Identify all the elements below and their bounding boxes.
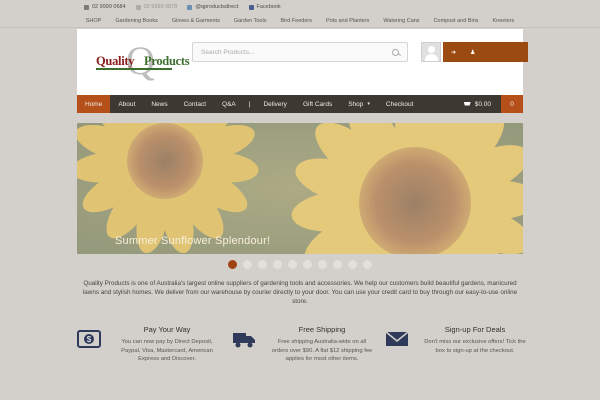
intro-text: Quality Products is one of Australia's l…: [82, 280, 518, 305]
chevron-down-icon: ▾: [367, 101, 370, 107]
feature-deals-title: Sign-up For Deals: [444, 325, 506, 334]
phone-2-text: 02 9999 0878: [143, 4, 178, 10]
category-nav: SHOP Gardening Books Gloves & Garments G…: [0, 14, 600, 28]
avatar[interactable]: [421, 42, 441, 62]
catnav-bird-feeders[interactable]: Bird Feeders: [280, 18, 312, 24]
slider-dot[interactable]: [363, 260, 372, 269]
site-header: Q Quality Products ➜ ♟: [77, 29, 528, 95]
nav-about-label: About: [118, 100, 136, 108]
truck-icon: [233, 333, 255, 348]
slider-dot[interactable]: [243, 260, 252, 269]
cart-button[interactable]: $0.00: [454, 95, 501, 113]
nav-qa[interactable]: Q&A: [214, 95, 244, 113]
feature-pay: $ Pay Your Way You can now pay by Direct…: [77, 324, 217, 384]
site-logo[interactable]: Q Quality Products: [96, 41, 190, 81]
catnav-garden-tools[interactable]: Garden Tools: [234, 18, 267, 24]
cart-count-label: 0: [510, 100, 514, 108]
nav-home-label: Home: [85, 100, 103, 108]
feature-shipping-title: Free Shipping: [298, 325, 346, 334]
twitter-icon: [187, 4, 193, 10]
nav-shop[interactable]: Shop ▾: [340, 95, 378, 113]
nav-about[interactable]: About: [110, 95, 143, 113]
nav-news[interactable]: News: [143, 95, 175, 113]
catnav-gloves-garments[interactable]: Gloves & Garments: [172, 18, 220, 24]
catnav-shop[interactable]: SHOP: [86, 18, 102, 24]
facebook-link[interactable]: Facebook: [248, 4, 281, 10]
slider-pagination: [228, 260, 372, 269]
envelope-icon: [385, 331, 409, 346]
facebook-icon: [248, 4, 254, 10]
slider-dot[interactable]: [228, 260, 237, 269]
slider-dot[interactable]: [288, 260, 297, 269]
catnav-watering-cans[interactable]: Watering Cans: [383, 18, 419, 24]
phone-1-text: 02 9999 0684: [92, 4, 126, 10]
slider-dot[interactable]: [303, 260, 312, 269]
facebook-text: Facebook: [256, 4, 281, 10]
catnav-compost-bins[interactable]: Compost and Bins: [434, 18, 479, 24]
twitter-text: @qproductsdirect: [195, 4, 239, 10]
slider-dot[interactable]: [318, 260, 327, 269]
feature-deals-text: Don't miss our exclusive offers! Tick th…: [424, 339, 526, 354]
main-nav: Home About News Contact Q&A | Delivery G…: [77, 95, 523, 113]
nav-separator-label: |: [248, 100, 251, 108]
nav-gift-cards[interactable]: Gift Cards: [295, 95, 340, 113]
catnav-kneelers[interactable]: Kneelers: [493, 18, 515, 24]
phone-2[interactable]: 02 9999 0878: [135, 4, 178, 10]
nav-shop-label: Shop: [348, 100, 364, 108]
search-box: [192, 42, 408, 62]
nav-delivery-label: Delivery: [263, 100, 287, 108]
nav-checkout-label: Checkout: [385, 100, 414, 108]
logo-word-products: Products: [144, 54, 190, 68]
cart-icon: [463, 101, 471, 106]
twitter-link[interactable]: @qproductsdirect: [187, 4, 239, 10]
nav-gift-cards-label: Gift Cards: [302, 100, 333, 108]
hero-slider[interactable]: Summer Sunflower Splendour!: [77, 123, 523, 254]
cart-total: $0.00: [474, 100, 491, 108]
phone-icon: [135, 4, 141, 10]
nav-contact-label: Contact: [183, 100, 207, 108]
dollar-icon: $: [77, 330, 101, 348]
register-icon[interactable]: ♟: [470, 49, 475, 56]
slider-dot[interactable]: [258, 260, 267, 269]
nav-delivery[interactable]: Delivery: [255, 95, 294, 113]
nav-qa-label: Q&A: [222, 100, 236, 108]
account-area: ➜ ♟: [421, 42, 528, 62]
slider-dot[interactable]: [333, 260, 342, 269]
login-icon[interactable]: ➜: [451, 49, 456, 56]
feature-pay-title: Pay Your Way: [143, 325, 191, 334]
search-input[interactable]: [201, 48, 392, 56]
catnav-pots-planters[interactable]: Pots and Planters: [326, 18, 369, 24]
feature-deals: Sign-up For Deals Don't miss our exclusi…: [385, 324, 526, 384]
phone-1[interactable]: 02 9999 0684: [84, 4, 126, 10]
slider-dot[interactable]: [348, 260, 357, 269]
feature-shipping: Free Shipping Free shipping Australia-wi…: [232, 324, 372, 384]
feature-pay-text: You can now pay by Direct Deposit, Paypa…: [121, 339, 213, 362]
svg-text:$: $: [87, 335, 92, 344]
feature-shipping-text: Free shipping Australia-wide on all orde…: [271, 339, 373, 362]
slide-caption: Summer Sunflower Splendour!: [115, 235, 271, 247]
nav-home[interactable]: Home: [77, 95, 111, 113]
nav-contact[interactable]: Contact: [176, 95, 214, 113]
slider-dot[interactable]: [273, 260, 282, 269]
catnav-gardening-books[interactable]: Gardening Books: [115, 18, 158, 24]
top-contact-bar: 02 9999 0684 02 9999 0878 @qproductsdire…: [0, 0, 600, 14]
logo-word-quality: Quality: [96, 54, 135, 68]
nav-separator: |: [244, 95, 256, 113]
search-icon[interactable]: [392, 48, 399, 56]
nav-news-label: News: [151, 100, 168, 108]
nav-checkout[interactable]: Checkout: [378, 95, 421, 113]
cart-count[interactable]: 0: [501, 95, 523, 113]
logo-underline: [96, 68, 172, 70]
account-bar: ➜ ♟: [443, 42, 528, 62]
phone-icon: [84, 4, 89, 10]
feature-row: $ Pay Your Way You can now pay by Direct…: [77, 324, 526, 384]
